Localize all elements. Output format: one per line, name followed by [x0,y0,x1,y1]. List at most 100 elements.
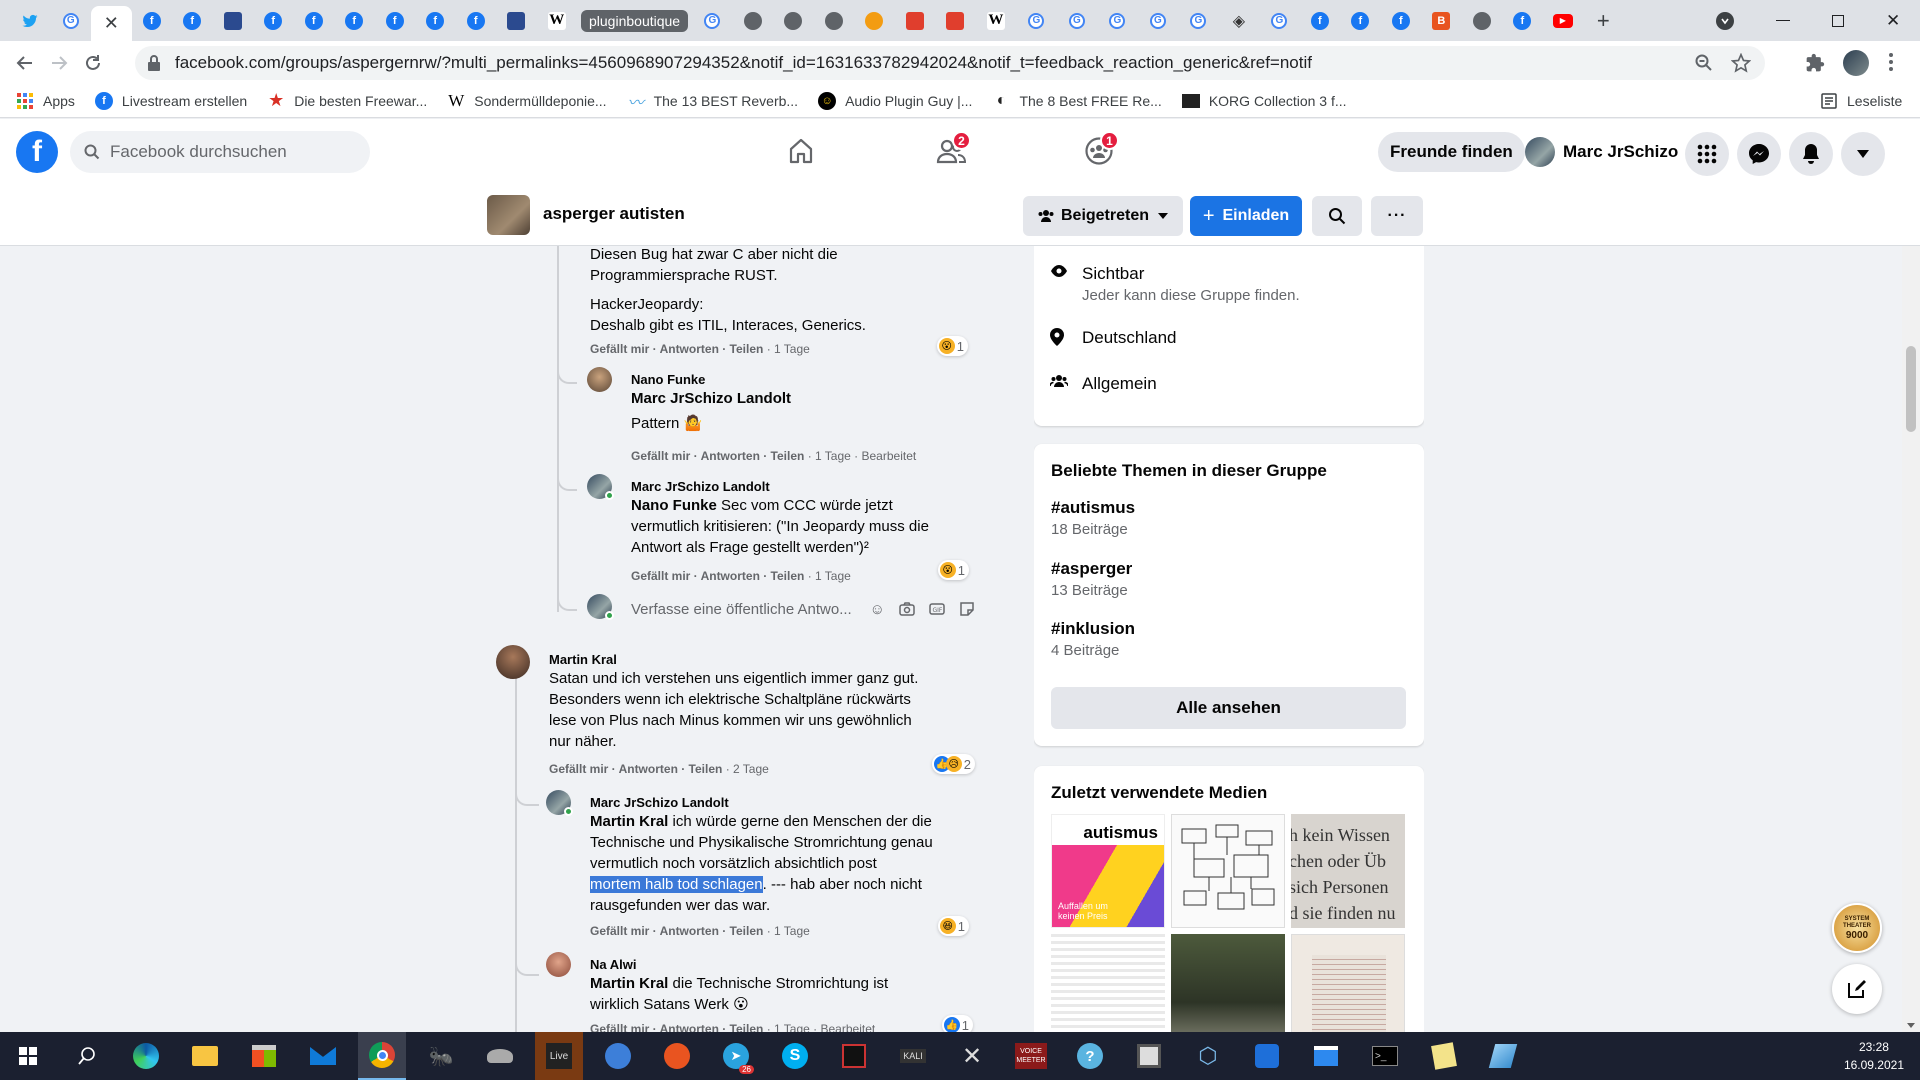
taskbar-x-app[interactable]: ✕ [948,1032,996,1080]
tab-google-7[interactable]: G [1178,5,1219,37]
new-tab-button[interactable]: + [1583,5,1624,37]
comment-actions[interactable]: Gefällt mir · Antworten · Teilen · 1 Tag… [590,924,810,938]
comment-time[interactable]: · 1 Tage · Bearbeitet [808,449,917,463]
bookmark-reverb[interactable]: 〰 The 13 BEST Reverb... [627,92,799,112]
topic-item[interactable]: #autismus 18 Beiträge [1051,498,1135,538]
url-text[interactable]: facebook.com/groups/aspergernrw/?multi_p… [175,53,1312,73]
taskbar-app-bug[interactable]: 🐜 [417,1032,465,1080]
taskbar-chrome[interactable] [358,1032,406,1080]
tab-google[interactable]: G [51,5,92,37]
tab-facebook-1[interactable]: f [132,5,173,37]
minimize-button[interactable] [1776,0,1790,41]
tab-facebook-7[interactable]: f [415,5,456,37]
bookmark-korg[interactable]: KORG Collection 3 f... [1181,92,1347,110]
reaction-summary[interactable]: 😮 1 [936,336,968,356]
tab-facebook-3[interactable]: f [253,5,294,37]
scrollbar-thumb[interactable] [1906,346,1916,432]
taskbar-terminal-app[interactable] [830,1032,878,1080]
reaction-summary[interactable]: 👍 1 [941,1015,973,1032]
tab-facebook-4[interactable]: f [294,5,335,37]
tab-google-4[interactable]: G [1057,5,1098,37]
taskbar-store[interactable] [240,1032,288,1080]
invite-button[interactable]: + Einladen [1190,196,1302,236]
comment-action-links[interactable]: Gefällt mir · Antworten · Teilen [590,342,763,356]
media-thumbnail[interactable]: autismus Auffallen um keinen Preis [1051,814,1165,928]
tab-facebook-5[interactable]: f [334,5,375,37]
comment-author[interactable]: Na Alwi [590,957,961,973]
bookmark-sondermuell[interactable]: W Sondermülldeponie... [447,91,606,110]
tab-group-name[interactable]: pluginboutique [581,9,689,32]
group-name[interactable]: asperger autisten [543,204,685,224]
mention-link[interactable]: Marc JrSchizo Landolt [631,388,793,409]
avatar[interactable] [496,645,530,679]
tab-youtube[interactable]: ▶ [1543,5,1584,37]
comment-time[interactable]: · 1 Tage [767,342,810,356]
tab-diamond[interactable]: ◈ [1219,5,1260,37]
taskbar-edge[interactable] [122,1032,170,1080]
comment-actions[interactable]: Gefällt mir · Antworten · Teilen · 1 Tag… [590,1022,875,1032]
avatar[interactable] [587,367,612,392]
taskbar-app-hat[interactable] [476,1032,524,1080]
comment-action-links[interactable]: Gefällt mir · Antworten · Teilen [631,569,804,583]
tab-twitter[interactable] [10,5,51,37]
see-all-button[interactable]: Alle ansehen [1051,687,1406,729]
taskbar-ubuntu[interactable] [653,1032,701,1080]
mention-link[interactable]: Martin Kral [590,975,668,992]
tab-wikipedia[interactable]: W [537,5,578,37]
taskbar-mail[interactable] [299,1032,347,1080]
bookmark-freeware[interactable]: ★ Die besten Freewar... [267,90,427,110]
media-thumbnail[interactable] [1171,934,1285,1032]
browser-menu-button[interactable] [1888,52,1894,72]
taskbar-circle-app[interactable] [1243,1032,1291,1080]
reaction-summary[interactable]: 😆 1 [937,916,969,936]
tab-google-8[interactable]: G [1259,5,1300,37]
bookmark-pluginguy[interactable]: ☺ Audio Plugin Guy |... [818,91,972,110]
topic-tag[interactable]: #autismus [1051,498,1135,518]
start-button[interactable] [4,1032,52,1080]
bookmark-apps[interactable]: Apps [16,92,75,110]
forward-button[interactable] [42,46,76,80]
topic-tag[interactable]: #asperger [1051,559,1132,579]
comment-action-links[interactable]: Gefällt mir · Antworten · Teilen [631,449,804,463]
taskbar-search[interactable] [63,1032,111,1080]
page-scrollbar[interactable] [1902,246,1920,1032]
bookmark-livestream[interactable]: f Livestream erstellen [94,91,247,110]
taskbar-cmd[interactable]: >_ [1361,1032,1409,1080]
tab-search-button[interactable] [1716,0,1734,41]
system-theater-badge[interactable]: SYSTEM THEATER 9000 [1832,903,1882,953]
sticker-icon[interactable] [959,601,975,617]
comment-action-links[interactable]: Gefällt mir · Antworten · Teilen [549,762,722,776]
mention-link[interactable]: Martin Kral [590,813,668,830]
zoom-button[interactable] [1695,54,1713,72]
bookmark-free-re[interactable]: ◐ The 8 Best FREE Re... [992,92,1162,110]
scroll-down-arrow[interactable] [1907,1023,1915,1028]
taskbar-notepad[interactable] [1420,1032,1468,1080]
topic-item[interactable]: #inklusion 4 Beiträge [1051,619,1135,659]
media-thumbnail[interactable] [1051,934,1165,1032]
comment-actions[interactable]: Gefällt mir · Antworten · Teilen · 2 Tag… [549,762,769,776]
tab-pocket-1[interactable] [895,5,936,37]
tab-google-6[interactable]: G [1138,5,1179,37]
comment-author[interactable]: Marc JrSchizo Landolt [590,795,961,811]
tab-facebook-9[interactable]: f [1300,5,1341,37]
facebook-logo[interactable]: f [16,131,58,173]
account-menu-button[interactable] [1841,132,1885,176]
tab-google-3[interactable]: G [1016,5,1057,37]
browser-profile-avatar[interactable] [1843,50,1869,76]
avatar[interactable] [546,952,571,977]
group-search-button[interactable] [1312,196,1362,236]
back-button[interactable] [8,46,42,80]
comment-action-links[interactable]: Gefällt mir · Antworten · Teilen [590,1022,763,1032]
tab-facebook-12[interactable]: f [1502,5,1543,37]
tab-globe-3[interactable] [814,5,855,37]
taskbar-telegram[interactable]: ➤ 26 [712,1032,760,1080]
joined-button[interactable]: Beigetreten [1023,196,1183,236]
tab-facebook-10[interactable]: f [1340,5,1381,37]
bookmark-star-button[interactable] [1731,53,1751,73]
tab-news-1[interactable] [213,5,254,37]
taskbar-explorer[interactable] [181,1032,229,1080]
close-window-button[interactable]: ✕ [1886,0,1900,41]
taskbar-box-app[interactable] [1125,1032,1173,1080]
topic-item[interactable]: #asperger 13 Beiträge [1051,559,1132,599]
comment-action-links[interactable]: Gefällt mir · Antworten · Teilen [590,924,763,938]
